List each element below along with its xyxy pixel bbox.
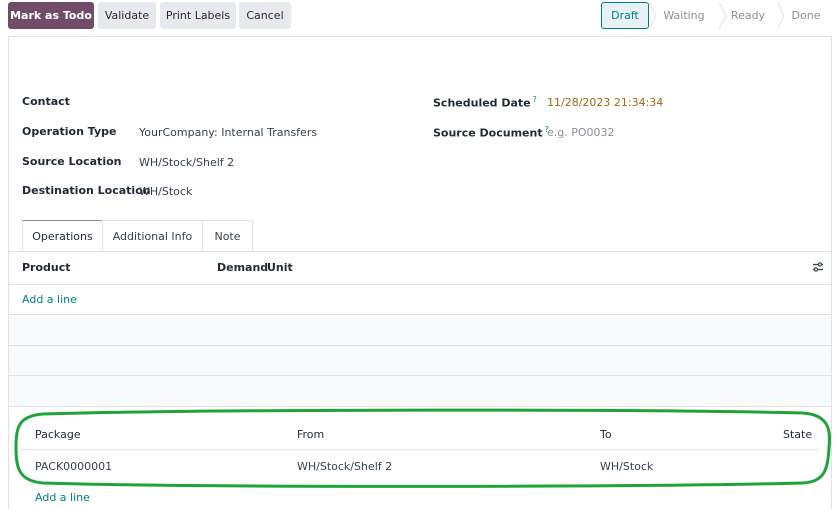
- status-waiting[interactable]: Waiting: [649, 2, 719, 29]
- scheduled-date-label-text: Scheduled Date: [433, 96, 531, 110]
- validate-button[interactable]: Validate: [98, 2, 156, 29]
- status-done-label: Done: [791, 9, 821, 22]
- empty-row: [9, 376, 831, 406]
- print-labels-button[interactable]: Print Labels: [160, 2, 236, 29]
- column-demand[interactable]: Demand: [217, 261, 268, 274]
- empty-row: [9, 315, 831, 345]
- column-to[interactable]: To: [600, 428, 612, 441]
- status-chevron-icon: [649, 2, 657, 29]
- status-draft[interactable]: Draft: [601, 2, 649, 29]
- from-cell: WH/Stock/Shelf 2: [297, 460, 393, 473]
- scheduled-date-label: Scheduled Date?: [433, 95, 537, 110]
- source-document-field[interactable]: e.g. PO0032: [547, 126, 615, 139]
- column-state[interactable]: State: [783, 428, 812, 441]
- control-panel: Mark as Todo Validate Print Labels Cance…: [0, 0, 838, 36]
- row-divider: [22, 449, 818, 450]
- add-operation-line-link[interactable]: Add a line: [22, 293, 77, 306]
- status-chevron-icon: [719, 2, 727, 29]
- status-ready-label: Ready: [730, 9, 766, 22]
- column-product[interactable]: Product: [22, 261, 71, 274]
- empty-row: [9, 346, 831, 376]
- column-settings-icon[interactable]: [812, 261, 824, 273]
- tab-divider: [9, 251, 831, 252]
- tab-operations[interactable]: Operations: [22, 220, 103, 252]
- notebook-tabs: Operations Additional Info Note: [22, 220, 253, 252]
- cancel-button[interactable]: Cancel: [239, 2, 291, 29]
- status-bar: Draft Waiting Ready Done: [601, 2, 835, 29]
- mark-as-todo-button[interactable]: Mark as Todo: [8, 2, 94, 29]
- form-sheet: [8, 36, 832, 509]
- tab-note[interactable]: Note: [202, 220, 253, 252]
- help-icon[interactable]: ?: [533, 95, 537, 104]
- operation-type-label: Operation Type: [22, 125, 117, 138]
- contact-field[interactable]: [139, 95, 389, 109]
- contact-label: Contact: [22, 95, 70, 108]
- tab-additional-info[interactable]: Additional Info: [102, 220, 203, 252]
- source-document-label-text: Source Document: [433, 126, 543, 140]
- scheduled-date-field[interactable]: 11/28/2023 21:34:34: [547, 96, 663, 109]
- destination-location-field[interactable]: WH/Stock: [139, 185, 192, 198]
- status-chevron-icon: [777, 2, 785, 29]
- source-location-field[interactable]: WH/Stock/Shelf 2: [139, 156, 234, 169]
- column-unit[interactable]: Unit: [267, 261, 293, 274]
- destination-location-label: Destination Location: [22, 184, 151, 197]
- status-ready[interactable]: Ready: [719, 2, 777, 29]
- status-done[interactable]: Done: [777, 2, 835, 29]
- add-package-line-link[interactable]: Add a line: [35, 491, 90, 504]
- operation-type-field[interactable]: YourCompany: Internal Transfers: [139, 126, 317, 139]
- source-document-label: Source Document?: [433, 125, 549, 140]
- row-divider: [9, 284, 831, 285]
- column-package[interactable]: Package: [35, 428, 81, 441]
- column-from[interactable]: From: [297, 428, 324, 441]
- package-cell: PACK0000001: [35, 460, 113, 473]
- row-divider: [9, 406, 831, 407]
- to-cell: WH/Stock: [600, 460, 654, 473]
- source-location-label: Source Location: [22, 155, 122, 168]
- status-waiting-label: Waiting: [663, 9, 705, 22]
